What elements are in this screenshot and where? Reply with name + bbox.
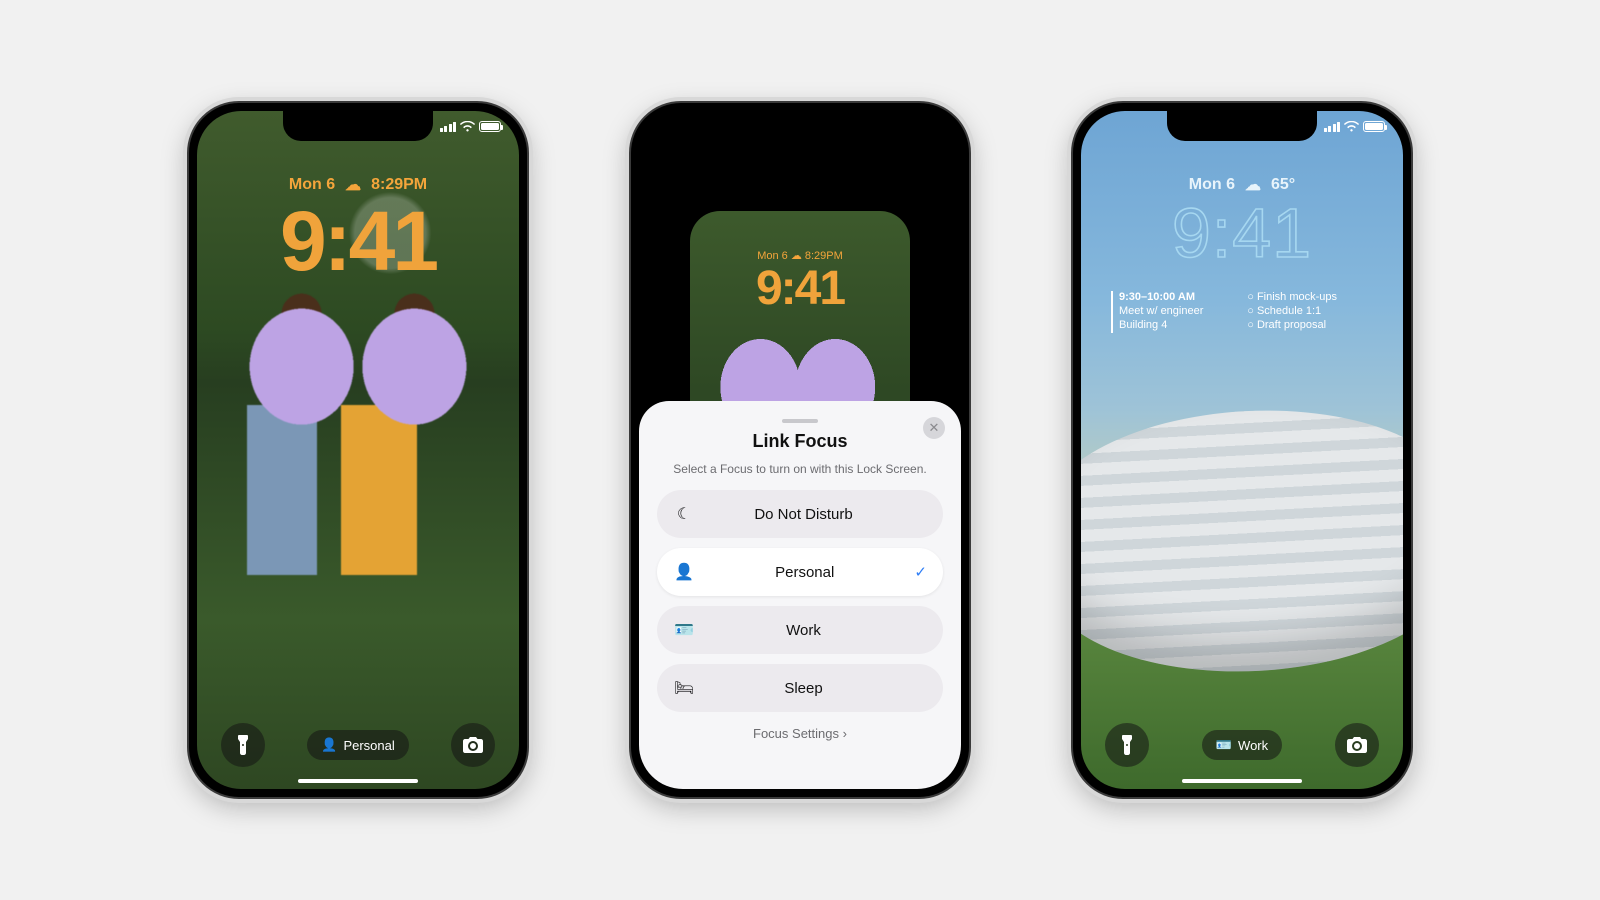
focus-chip[interactable]: 👤 Personal — [307, 730, 409, 760]
cal-time: 9:30–10:00 AM — [1119, 291, 1237, 303]
badge-icon: 🪪 — [673, 620, 695, 640]
reminder-item: Draft proposal — [1247, 319, 1373, 331]
sheet-grab-handle[interactable] — [782, 419, 818, 423]
lock-date-row: Mon 6 ☁︎ 65° — [1081, 175, 1403, 195]
screen: Mon 6 ☁︎ 65° 9:41 9:30–10:00 AM Meet w/ … — [1081, 111, 1403, 789]
lock-clock: 9:41 — [1081, 193, 1403, 273]
lock-date-row: Mon 6 ☁︎ 8:29PM — [197, 175, 519, 195]
screen: Mon 6 ☁︎ 8:29PM 9:41 ✕ Link Focus Select… — [639, 111, 961, 789]
phone-personal: Mon 6 ☁︎ 8:29PM 9:41 👤 Personal — [187, 101, 529, 799]
link-focus-sheet: ✕ Link Focus Select a Focus to turn on w… — [639, 401, 961, 789]
focus-option-label: Do Not Disturb — [695, 506, 912, 523]
close-icon: ✕ — [929, 420, 940, 436]
camera-icon — [1347, 737, 1367, 753]
reminder-item: Schedule 1:1 — [1247, 305, 1373, 317]
lock-temp: 65° — [1271, 176, 1295, 194]
lock-small-time: 8:29PM — [371, 176, 427, 194]
focus-chip-label: Work — [1238, 738, 1268, 753]
camera-button[interactable] — [1335, 723, 1379, 767]
focus-option-list: ☾Do Not Disturb 👤Personal✓ 🪪Work 🛏Sleep — [657, 490, 943, 722]
status-icons — [1324, 121, 1386, 132]
sheet-subtitle: Select a Focus to turn on with this Lock… — [657, 462, 943, 476]
focus-option-personal[interactable]: 👤Personal✓ — [657, 548, 943, 596]
bed-icon: 🛏 — [673, 678, 695, 698]
cell-signal-icon — [440, 122, 457, 132]
cell-signal-icon — [1324, 122, 1341, 132]
sheet-title: Link Focus — [657, 431, 943, 452]
focus-settings-label: Focus Settings — [753, 726, 839, 741]
flashlight-button[interactable] — [1105, 723, 1149, 767]
status-icons — [440, 121, 502, 132]
checkmark-icon: ✓ — [914, 563, 927, 581]
phone-work: Mon 6 ☁︎ 65° 9:41 9:30–10:00 AM Meet w/ … — [1071, 101, 1413, 799]
reminders-widget[interactable]: Finish mock-ups Schedule 1:1 Draft propo… — [1247, 291, 1373, 333]
person-icon: 👤 — [321, 737, 337, 753]
close-button[interactable]: ✕ — [923, 417, 945, 439]
focus-settings-link[interactable]: Focus Settings › — [657, 726, 943, 741]
flashlight-icon — [1120, 735, 1134, 755]
camera-icon — [463, 737, 483, 753]
badge-icon: 🪪 — [1216, 737, 1232, 753]
reminder-item: Finish mock-ups — [1247, 291, 1373, 303]
wifi-icon — [460, 121, 475, 132]
home-indicator[interactable] — [1182, 779, 1302, 783]
notch — [725, 111, 875, 141]
focus-option-do-not-disturb[interactable]: ☾Do Not Disturb — [657, 490, 943, 538]
focus-option-sleep[interactable]: 🛏Sleep — [657, 664, 943, 712]
battery-icon — [1363, 121, 1385, 132]
notch — [283, 111, 433, 141]
lock-date: Mon 6 — [289, 176, 335, 194]
flashlight-button[interactable] — [221, 723, 265, 767]
lock-date: Mon 6 — [1189, 176, 1235, 194]
focus-chip-label: Personal — [343, 738, 394, 753]
lock-bottom-bar: 👤 Personal — [197, 723, 519, 767]
camera-button[interactable] — [451, 723, 495, 767]
focus-option-work[interactable]: 🪪Work — [657, 606, 943, 654]
chevron-right-icon: › — [843, 726, 847, 741]
mini-clock: 9:41 — [639, 261, 961, 316]
weather-icon: ☁︎ — [345, 175, 361, 195]
focus-option-label: Sleep — [695, 680, 912, 697]
lock-clock: 9:41 — [197, 193, 519, 290]
screen: Mon 6 ☁︎ 8:29PM 9:41 👤 Personal — [197, 111, 519, 789]
cal-title: Meet w/ engineer — [1119, 305, 1237, 317]
battery-icon — [479, 121, 501, 132]
calendar-widget[interactable]: 9:30–10:00 AM Meet w/ engineer Building … — [1111, 291, 1237, 333]
notch — [1167, 111, 1317, 141]
moon-icon: ☾ — [673, 504, 695, 524]
focus-chip[interactable]: 🪪 Work — [1202, 730, 1282, 760]
weather-icon: ☁︎ — [1245, 175, 1261, 195]
lock-bottom-bar: 🪪 Work — [1081, 723, 1403, 767]
cal-location: Building 4 — [1119, 319, 1237, 331]
focus-option-label: Work — [695, 622, 912, 639]
lock-widgets: 9:30–10:00 AM Meet w/ engineer Building … — [1111, 291, 1373, 333]
focus-option-label: Personal — [695, 564, 914, 581]
wifi-icon — [1344, 121, 1359, 132]
flashlight-icon — [236, 735, 250, 755]
home-indicator[interactable] — [298, 779, 418, 783]
phone-link-focus: Mon 6 ☁︎ 8:29PM 9:41 ✕ Link Focus Select… — [629, 101, 971, 799]
person-icon: 👤 — [673, 562, 695, 582]
